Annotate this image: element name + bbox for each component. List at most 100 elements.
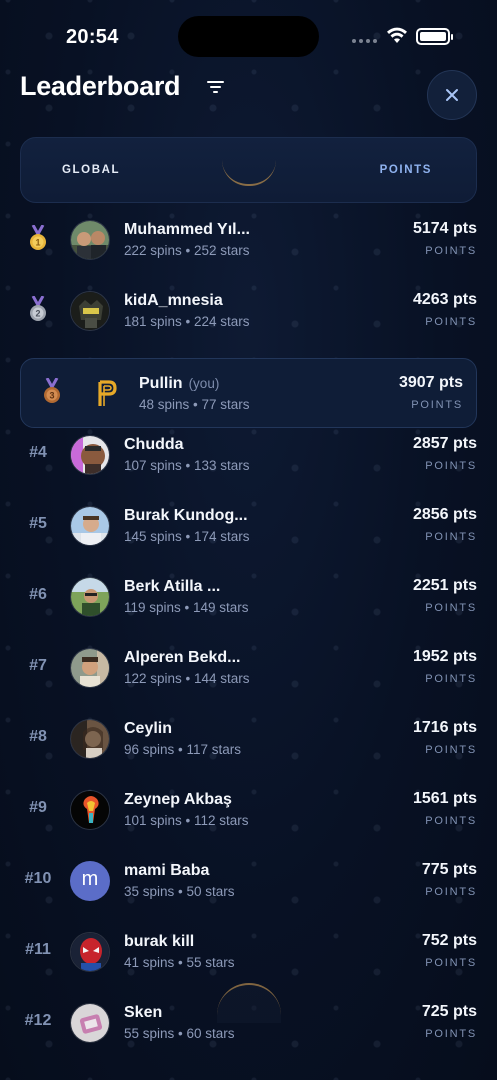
avatar bbox=[70, 790, 110, 830]
avatar bbox=[87, 374, 127, 414]
points-label: POINTS bbox=[425, 886, 477, 898]
filter-icon[interactable] bbox=[207, 79, 225, 95]
avatar-initial-letter: m bbox=[81, 868, 99, 890]
avatar bbox=[70, 648, 110, 688]
player-name: Burak Kundog... bbox=[124, 507, 248, 524]
leaderboard-row[interactable]: #6 Berk Atilla ... 119 spins • 149 stars… bbox=[20, 562, 477, 632]
you-tag: (you) bbox=[188, 376, 220, 391]
player-stats: 181 spins • 224 stars bbox=[124, 314, 250, 329]
player-points: 2251 pts bbox=[412, 577, 477, 594]
player-points: 2857 pts bbox=[412, 435, 477, 452]
points-label: POINTS bbox=[425, 957, 477, 969]
player-points: 1952 pts bbox=[412, 648, 477, 665]
avatar bbox=[70, 291, 110, 331]
rank-number: #12 bbox=[24, 1012, 52, 1029]
player-stats: 122 spins • 144 stars bbox=[124, 671, 250, 686]
points-label: POINTS bbox=[411, 399, 463, 411]
player-name: Chudda bbox=[124, 436, 184, 453]
leaderboard-row[interactable]: #11 burak kill 41 spins • 55 stars 752 p… bbox=[20, 917, 477, 987]
rank-number: #11 bbox=[25, 941, 51, 958]
close-icon bbox=[446, 89, 458, 101]
avatar-initial: m bbox=[70, 861, 110, 901]
leaderboard-row[interactable]: #10 m mami Baba 35 spins • 50 stars 775 … bbox=[20, 846, 477, 916]
rank-number: #7 bbox=[29, 657, 47, 674]
player-stats: 101 spins • 112 stars bbox=[124, 813, 249, 828]
player-stats: 55 spins • 60 stars bbox=[124, 1026, 235, 1041]
gold-medal-icon: 1 bbox=[30, 225, 46, 250]
battery-icon bbox=[416, 28, 453, 45]
leaderboard-row[interactable]: #8 Ceylin 96 spins • 117 stars 1716 pts … bbox=[20, 704, 477, 774]
player-points: 5174 pts bbox=[412, 220, 477, 237]
player-points: 725 pts bbox=[421, 1003, 477, 1020]
leaderboard-row[interactable]: #7 Alperen Bekd... 122 spins • 144 stars… bbox=[20, 633, 477, 703]
tab-points[interactable]: POINTS bbox=[380, 164, 432, 176]
leaderboard-tabs: GLOBAL POINTS bbox=[20, 137, 477, 203]
player-name: mami Baba bbox=[124, 862, 210, 879]
rank-number: #6 bbox=[29, 586, 47, 603]
rank-number: #10 bbox=[24, 870, 52, 887]
status-bar: 20:54 bbox=[0, 0, 497, 72]
tab-toggle-indicator[interactable] bbox=[222, 160, 276, 186]
avatar bbox=[70, 506, 110, 546]
avatar bbox=[70, 577, 110, 617]
points-label: POINTS bbox=[425, 460, 477, 472]
leaderboard-row[interactable]: 2 kidA_mnesia 181 spins • 224 stars 4263… bbox=[20, 276, 477, 346]
player-name: Berk Atilla ... bbox=[124, 578, 221, 595]
player-stats: 41 spins • 55 stars bbox=[124, 955, 235, 970]
points-label: POINTS bbox=[425, 245, 477, 257]
close-button[interactable] bbox=[427, 70, 477, 120]
points-label: POINTS bbox=[425, 316, 477, 328]
points-label: POINTS bbox=[425, 531, 477, 543]
dynamic-island bbox=[178, 16, 319, 57]
player-points: 4263 pts bbox=[412, 291, 477, 308]
player-points: 1561 pts bbox=[412, 790, 477, 807]
tab-global[interactable]: GLOBAL bbox=[62, 164, 120, 176]
leaderboard-row-current-user[interactable]: 3 Pullin (you) 48 spins • 77 stars 3907 p… bbox=[20, 358, 477, 428]
player-stats: 35 spins • 50 stars bbox=[124, 884, 235, 899]
avatar bbox=[70, 435, 110, 475]
rank-number: #4 bbox=[29, 444, 47, 461]
points-label: POINTS bbox=[425, 602, 477, 614]
player-name: Alperen Bekd... bbox=[124, 649, 241, 666]
player-stats: 222 spins • 252 stars bbox=[124, 243, 250, 258]
status-time: 20:54 bbox=[66, 26, 119, 48]
page-title: Leaderboard bbox=[20, 71, 181, 101]
medal-rank: 1 bbox=[35, 238, 40, 248]
leaderboard-row[interactable]: #5 Burak Kundog... 145 spins • 174 stars… bbox=[20, 491, 477, 561]
avatar bbox=[70, 932, 110, 972]
points-label: POINTS bbox=[425, 673, 477, 685]
avatar bbox=[70, 220, 110, 260]
player-stats: 48 spins • 77 stars bbox=[139, 397, 250, 412]
avatar bbox=[70, 719, 110, 759]
points-label: POINTS bbox=[425, 1028, 477, 1040]
medal-rank: 3 bbox=[49, 391, 54, 401]
player-name: Zeynep Akbaş bbox=[124, 791, 232, 808]
player-stats: 96 spins • 117 stars bbox=[124, 742, 242, 757]
rank-number: #8 bbox=[29, 728, 47, 745]
player-name: Pullin (you) bbox=[139, 375, 220, 392]
avatar bbox=[70, 1003, 110, 1043]
leaderboard-row[interactable]: 1 Muhammed Yıl... 222 spins • 252 stars … bbox=[20, 205, 477, 275]
wifi-icon bbox=[387, 27, 407, 43]
silver-medal-icon: 2 bbox=[30, 296, 46, 321]
bronze-medal-icon: 3 bbox=[44, 378, 60, 403]
leaderboard-row[interactable]: #9 Zeynep Akbaş 101 spins • 112 stars 15… bbox=[20, 775, 477, 845]
player-stats: 107 spins • 133 stars bbox=[124, 458, 250, 473]
player-points: 3907 pts bbox=[398, 374, 463, 391]
player-stats: 145 spins • 174 stars bbox=[124, 529, 250, 544]
player-points: 775 pts bbox=[421, 861, 477, 878]
player-stats: 119 spins • 149 stars bbox=[124, 600, 249, 615]
points-label: POINTS bbox=[425, 815, 477, 827]
medal-rank: 2 bbox=[35, 309, 40, 319]
player-name: kidA_mnesia bbox=[124, 292, 223, 309]
player-name: Sken bbox=[124, 1004, 163, 1021]
player-name: Muhammed Yıl... bbox=[124, 221, 250, 238]
cellular-signal-icon bbox=[352, 39, 378, 44]
player-points: 2856 pts bbox=[412, 506, 477, 523]
rank-number: #9 bbox=[29, 799, 47, 816]
leaderboard-row[interactable]: #4 Chudda 107 spins • 133 stars 2857 pts… bbox=[20, 420, 477, 490]
player-name: burak kill bbox=[124, 933, 195, 950]
points-label: POINTS bbox=[425, 744, 477, 756]
player-points: 752 pts bbox=[421, 932, 477, 949]
rank-number: #5 bbox=[29, 515, 47, 532]
